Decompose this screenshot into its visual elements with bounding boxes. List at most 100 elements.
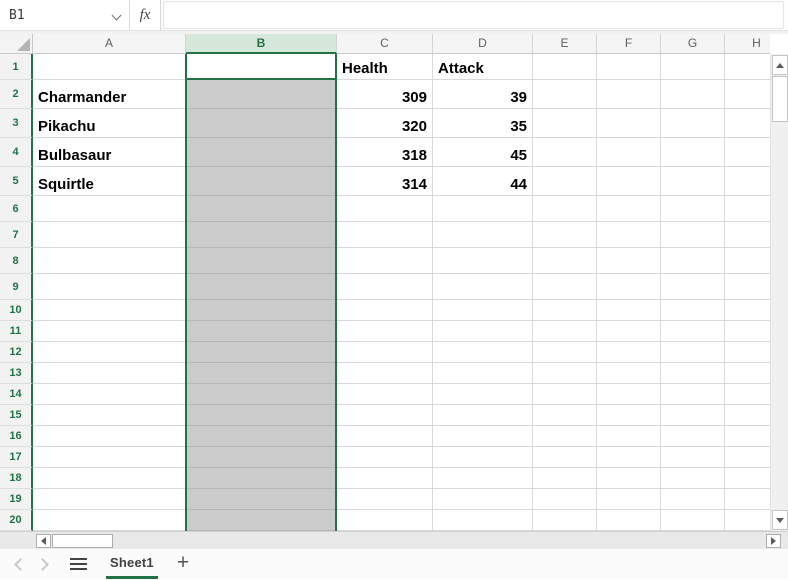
cell-B5[interactable] xyxy=(186,167,337,196)
cell-F9[interactable] xyxy=(597,274,661,300)
cell-C7[interactable] xyxy=(337,222,433,248)
tab-sheet1[interactable]: Sheet1 xyxy=(106,549,158,579)
cell-E14[interactable] xyxy=(533,384,597,405)
cell-H16[interactable] xyxy=(725,426,770,447)
cell-A15[interactable] xyxy=(33,405,186,426)
fx-button[interactable]: fx xyxy=(130,0,161,30)
cell-A5[interactable]: Squirtle xyxy=(33,167,186,196)
cell-A7[interactable] xyxy=(33,222,186,248)
cell-G2[interactable] xyxy=(661,80,725,109)
vertical-scrollbar[interactable] xyxy=(770,54,788,531)
cell-B18[interactable] xyxy=(186,468,337,489)
cell-B11[interactable] xyxy=(186,321,337,342)
horizontal-scrollbar-thumb[interactable] xyxy=(52,534,113,548)
cell-G16[interactable] xyxy=(661,426,725,447)
cell-H7[interactable] xyxy=(725,222,770,248)
row-header-15[interactable]: 15 xyxy=(0,405,33,426)
formula-bar-input[interactable] xyxy=(163,1,784,29)
cell-F13[interactable] xyxy=(597,363,661,384)
cell-B17[interactable] xyxy=(186,447,337,468)
cell-H12[interactable] xyxy=(725,342,770,363)
cell-D5[interactable]: 44 xyxy=(433,167,533,196)
row-header-20[interactable]: 20 xyxy=(0,510,33,531)
cell-C10[interactable] xyxy=(337,300,433,321)
cell-A16[interactable] xyxy=(33,426,186,447)
column-header-C[interactable]: C xyxy=(337,34,433,54)
cell-D20[interactable] xyxy=(433,510,533,531)
row-header-14[interactable]: 14 xyxy=(0,384,33,405)
cell-C17[interactable] xyxy=(337,447,433,468)
row-header-18[interactable]: 18 xyxy=(0,468,33,489)
cell-C6[interactable] xyxy=(337,196,433,222)
scroll-down-button[interactable] xyxy=(772,510,788,530)
cell-C16[interactable] xyxy=(337,426,433,447)
cell-D2[interactable]: 39 xyxy=(433,80,533,109)
cell-C19[interactable] xyxy=(337,489,433,510)
cell-A3[interactable]: Pikachu xyxy=(33,109,186,138)
cell-A1[interactable] xyxy=(33,54,186,80)
cell-B4[interactable] xyxy=(186,138,337,167)
cell-F1[interactable] xyxy=(597,54,661,80)
cell-F10[interactable] xyxy=(597,300,661,321)
cell-G14[interactable] xyxy=(661,384,725,405)
sheet-menu-icon[interactable] xyxy=(70,558,87,570)
cell-B12[interactable] xyxy=(186,342,337,363)
cell-C11[interactable] xyxy=(337,321,433,342)
cell-G7[interactable] xyxy=(661,222,725,248)
cell-F7[interactable] xyxy=(597,222,661,248)
cell-F18[interactable] xyxy=(597,468,661,489)
cell-D13[interactable] xyxy=(433,363,533,384)
cell-B13[interactable] xyxy=(186,363,337,384)
cell-D3[interactable]: 35 xyxy=(433,109,533,138)
cell-D15[interactable] xyxy=(433,405,533,426)
cell-A10[interactable] xyxy=(33,300,186,321)
cell-E18[interactable] xyxy=(533,468,597,489)
cell-D4[interactable]: 45 xyxy=(433,138,533,167)
cell-D6[interactable] xyxy=(433,196,533,222)
cell-H3[interactable] xyxy=(725,109,770,138)
cell-D16[interactable] xyxy=(433,426,533,447)
cell-E13[interactable] xyxy=(533,363,597,384)
cell-G4[interactable] xyxy=(661,138,725,167)
cell-D10[interactable] xyxy=(433,300,533,321)
row-header-12[interactable]: 12 xyxy=(0,342,33,363)
cell-H5[interactable] xyxy=(725,167,770,196)
cell-H6[interactable] xyxy=(725,196,770,222)
scroll-left-button[interactable] xyxy=(36,534,51,548)
cell-A13[interactable] xyxy=(33,363,186,384)
cell-H18[interactable] xyxy=(725,468,770,489)
column-header-E[interactable]: E xyxy=(533,34,597,54)
cell-H1[interactable] xyxy=(725,54,770,80)
row-header-7[interactable]: 7 xyxy=(0,222,33,248)
cell-B1[interactable] xyxy=(186,54,337,80)
cell-G9[interactable] xyxy=(661,274,725,300)
cell-D8[interactable] xyxy=(433,248,533,274)
cell-G10[interactable] xyxy=(661,300,725,321)
cell-A17[interactable] xyxy=(33,447,186,468)
row-header-3[interactable]: 3 xyxy=(0,109,33,138)
cell-A6[interactable] xyxy=(33,196,186,222)
cell-C2[interactable]: 309 xyxy=(337,80,433,109)
cell-C1[interactable]: Health xyxy=(337,54,433,80)
cell-F5[interactable] xyxy=(597,167,661,196)
cell-D18[interactable] xyxy=(433,468,533,489)
cell-C5[interactable]: 314 xyxy=(337,167,433,196)
cell-B15[interactable] xyxy=(186,405,337,426)
column-header-B[interactable]: B xyxy=(186,34,337,54)
cell-H8[interactable] xyxy=(725,248,770,274)
row-header-4[interactable]: 4 xyxy=(0,138,33,167)
cell-E11[interactable] xyxy=(533,321,597,342)
cell-H9[interactable] xyxy=(725,274,770,300)
cell-E8[interactable] xyxy=(533,248,597,274)
cell-B19[interactable] xyxy=(186,489,337,510)
scroll-right-button[interactable] xyxy=(766,534,781,548)
cell-A4[interactable]: Bulbasaur xyxy=(33,138,186,167)
cell-A14[interactable] xyxy=(33,384,186,405)
cell-B7[interactable] xyxy=(186,222,337,248)
cell-G20[interactable] xyxy=(661,510,725,531)
cell-F11[interactable] xyxy=(597,321,661,342)
cell-H19[interactable] xyxy=(725,489,770,510)
cell-G6[interactable] xyxy=(661,196,725,222)
row-header-2[interactable]: 2 xyxy=(0,80,33,109)
cell-C18[interactable] xyxy=(337,468,433,489)
